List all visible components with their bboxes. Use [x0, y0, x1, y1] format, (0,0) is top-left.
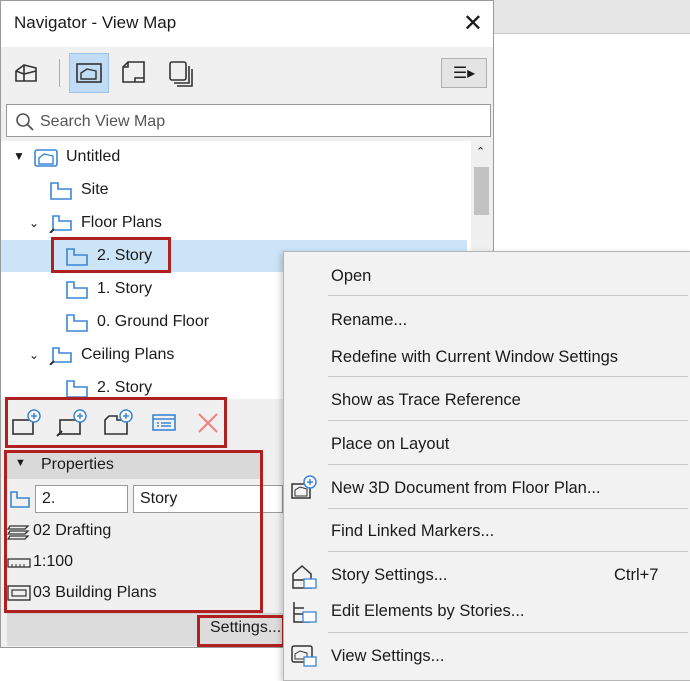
menu-separator	[328, 508, 688, 509]
search-icon	[16, 113, 34, 131]
window-title: Navigator - View Map	[14, 13, 177, 32]
highlight-tool-buttons	[5, 397, 227, 448]
title-bar: Navigator - View Map ✕	[1, 1, 493, 47]
scroll-up-icon[interactable]: ⌃	[476, 145, 485, 158]
menu-item-open[interactable]: Open	[331, 267, 371, 286]
tree-item-label: Floor Plans	[81, 214, 162, 231]
layout-book-button[interactable]	[113, 53, 153, 93]
folder-view-icon	[49, 347, 72, 365]
menu-separator	[328, 376, 688, 377]
menu-item-rename[interactable]: Rename...	[331, 311, 407, 330]
search-placeholder: Search View Map	[40, 113, 166, 130]
toolbar-divider	[59, 59, 60, 87]
publisher-sets-button[interactable]	[161, 53, 201, 93]
highlight-properties	[4, 450, 263, 613]
project-map-button[interactable]	[7, 53, 47, 93]
tree-item-label: Ceiling Plans	[81, 346, 175, 363]
tree-item-label: Site	[81, 181, 109, 198]
tree-item-label: 0. Ground Floor	[97, 313, 210, 330]
story-icon	[66, 281, 88, 299]
chevron-down-icon[interactable]: ⌄	[29, 348, 39, 362]
tree-item-label: 1. Story	[97, 280, 153, 297]
tree-item-floor-plans[interactable]: ⌄ Floor Plans	[1, 207, 467, 239]
view-map-icon	[76, 63, 102, 83]
menu-separator	[328, 551, 688, 552]
menu-separator	[328, 464, 688, 465]
menu-item-view-settings[interactable]: View Settings...	[331, 647, 444, 666]
context-menu: Open Rename... Redefine with Current Win…	[283, 251, 690, 681]
menu-item-story-settings[interactable]: Story Settings...	[331, 566, 447, 585]
view-settings-icon	[291, 645, 317, 667]
menu-icon: ☰▸	[452, 65, 476, 82]
tree-item-label: 2. Story	[97, 379, 153, 396]
view-map-button[interactable]	[69, 53, 109, 93]
close-button[interactable]: ✕	[463, 9, 483, 38]
menu-separator	[328, 420, 688, 421]
story-settings-shortcut: Ctrl+7	[614, 566, 659, 584]
publisher-sets-icon	[169, 61, 193, 87]
search-input[interactable]: Search View Map	[6, 104, 491, 137]
background-window-strip	[494, 0, 690, 34]
tree-item-site[interactable]: Site	[1, 174, 467, 206]
menu-separator	[328, 295, 688, 296]
menu-item-redefine[interactable]: Redefine with Current Window Settings	[331, 348, 618, 367]
chevron-down-icon[interactable]: ▼	[13, 149, 25, 163]
project-map-icon	[15, 64, 37, 82]
tree-item-label: Untitled	[66, 148, 121, 165]
new-3d-document-icon	[291, 475, 317, 499]
menu-separator	[328, 632, 688, 633]
highlight-selected-item	[51, 237, 171, 273]
story-icon	[66, 314, 88, 332]
menu-item-place-on-layout[interactable]: Place on Layout	[331, 435, 449, 454]
menu-item-find-linked-markers[interactable]: Find Linked Markers...	[331, 522, 494, 541]
menu-item-edit-elements-by-stories[interactable]: Edit Elements by Stories...	[331, 602, 525, 621]
chevron-down-icon[interactable]: ⌄	[29, 216, 39, 230]
story-icon	[66, 380, 88, 398]
edit-by-stories-icon	[293, 602, 317, 623]
menu-item-show-as-trace[interactable]: Show as Trace Reference	[331, 391, 521, 410]
highlight-settings-button	[197, 615, 285, 647]
project-icon	[34, 149, 58, 167]
layout-book-icon	[122, 61, 145, 83]
folder-view-icon	[49, 215, 72, 233]
navigator-menu-button[interactable]: ☰▸	[441, 58, 487, 88]
tree-item-untitled[interactable]: ▼ Untitled	[1, 141, 467, 173]
scrollbar-thumb[interactable]	[474, 167, 489, 215]
story-settings-icon	[292, 564, 317, 589]
menu-item-new-3d-document[interactable]: New 3D Document from Floor Plan...	[331, 479, 601, 498]
story-icon	[50, 182, 72, 200]
